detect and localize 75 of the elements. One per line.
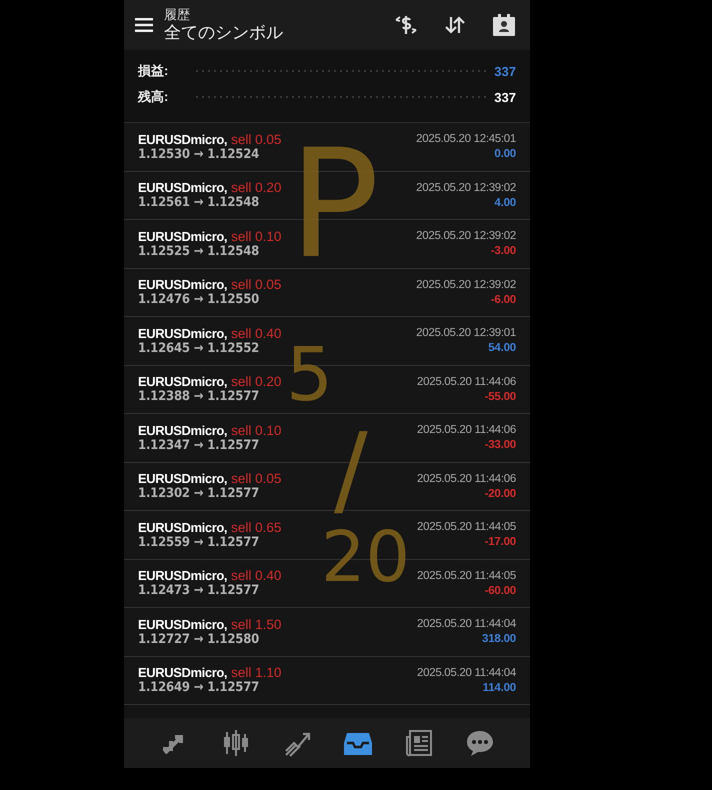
price-label: 1.12347 → 1.12577 (138, 438, 260, 453)
price-label: 1.12525 → 1.12548 (138, 244, 260, 259)
profit-label: -55.00 (484, 390, 516, 403)
newspaper-icon[interactable] (404, 729, 432, 757)
sort-arrows-icon[interactable] (444, 15, 466, 35)
price-label: 1.12559 → 1.12577 (138, 534, 260, 550)
order-label: sell 0.05 (231, 277, 282, 292)
order-label: sell 0.05 (231, 471, 282, 486)
menu-icon[interactable] (135, 18, 153, 32)
symbol-label: EURUSDmicro, (138, 568, 228, 584)
profit-label: -6.00 (490, 294, 516, 306)
time-label: 2025.05.20 12:39:02 (416, 182, 516, 194)
order-label: sell 0.40 (231, 568, 282, 584)
profit-label: -17.00 (484, 536, 516, 548)
header-title: 全てのシンボル (164, 22, 284, 43)
summary-value: 337 (494, 64, 516, 78)
profit-label: -33.00 (484, 439, 516, 452)
profit-label: 114.00 (482, 682, 516, 694)
symbol-label: EURUSDmicro, (138, 616, 228, 632)
profit-label: 318.00 (482, 633, 516, 646)
summary-value: 337 (494, 90, 516, 104)
profit-label: -3.00 (490, 245, 516, 258)
time-label: 2025.05.20 12:39:01 (416, 327, 516, 340)
symbol-label: EURUSDmicro, (138, 228, 228, 244)
order-label: sell 0.20 (231, 180, 282, 196)
time-label: 2025.05.20 12:39:02 (416, 230, 516, 242)
price-label: 1.12727 → 1.12580 (138, 632, 260, 647)
order-label: sell 0.10 (231, 422, 282, 438)
time-label: 2025.05.20 11:44:06 (417, 376, 516, 388)
price-label: 1.12561 → 1.12548 (138, 195, 260, 210)
order-label: sell 0.40 (231, 326, 282, 341)
time-label: 2025.05.20 11:44:06 (417, 424, 516, 436)
price-label: 1.12473 → 1.12577 (138, 583, 260, 598)
order-label: sell 0.10 (231, 228, 282, 244)
order-label: sell 1.10 (231, 665, 282, 680)
symbol-label: EURUSDmicro, (138, 132, 228, 147)
symbol-label: EURUSDmicro, (138, 520, 228, 535)
price-label: 1.12476 → 1.12550 (138, 292, 260, 308)
time-label: 2025.05.20 11:44:04 (417, 666, 516, 679)
price-label: 1.12645 → 1.12552 (138, 340, 260, 356)
time-label: 2025.05.20 12:45:01 (416, 133, 516, 146)
summary-label: 残高: (138, 88, 170, 106)
profit-label: 4.00 (494, 196, 516, 209)
symbol-label: EURUSDmicro, (138, 374, 228, 390)
time-label: 2025.05.20 11:44:05 (417, 570, 516, 582)
time-label: 2025.05.20 11:44:06 (417, 472, 516, 485)
symbol-label: EURUSDmicro, (138, 665, 228, 680)
chat-bubble-icon[interactable] (466, 729, 494, 757)
calendar-person-icon[interactable] (492, 13, 516, 37)
header-subtitle: 履歴 (164, 7, 191, 22)
symbol-label: EURUSDmicro, (138, 326, 228, 341)
time-label: 2025.05.20 11:44:04 (417, 618, 516, 630)
price-label: 1.12649 → 1.12577 (138, 680, 260, 696)
trade-row[interactable]: EURUSDmicro, sell 1.10 1.12649 → 1.12577 2025.05.20 11:44:04 114.00 (124, 656, 530, 705)
price-label: 1.12302 → 1.12577 (138, 486, 260, 502)
trade-row[interactable]: EURUSDmicro, sell 0.05 1.12476 → 1.12550 2025.05.20 12:39:02 -6.00 (124, 268, 530, 317)
symbol-label: EURUSDmicro, (138, 422, 228, 438)
symbol-label: EURUSDmicro, (138, 471, 228, 486)
order-label: sell 1.50 (231, 616, 282, 632)
symbol-label: EURUSDmicro, (138, 277, 228, 292)
dollar-swap-icon[interactable] (394, 14, 418, 36)
symbol-label: EURUSDmicro, (138, 180, 228, 196)
profit-label: 0.00 (494, 148, 516, 160)
order-label: sell 0.65 (231, 520, 282, 535)
profit-label: 54.00 (488, 342, 516, 354)
order-label: sell 0.20 (231, 374, 282, 390)
candlestick-icon[interactable] (222, 729, 250, 757)
time-label: 2025.05.20 11:44:05 (417, 521, 516, 534)
price-label: 1.12388 → 1.12577 (138, 389, 260, 404)
price-label: 1.12530 → 1.12524 (138, 146, 260, 162)
order-label: sell 0.05 (231, 132, 282, 147)
time-label: 2025.05.20 12:39:02 (416, 278, 516, 291)
summary-label: 損益: (138, 62, 170, 80)
profit-label: -60.00 (484, 584, 516, 597)
profit-label: -20.00 (484, 488, 516, 500)
